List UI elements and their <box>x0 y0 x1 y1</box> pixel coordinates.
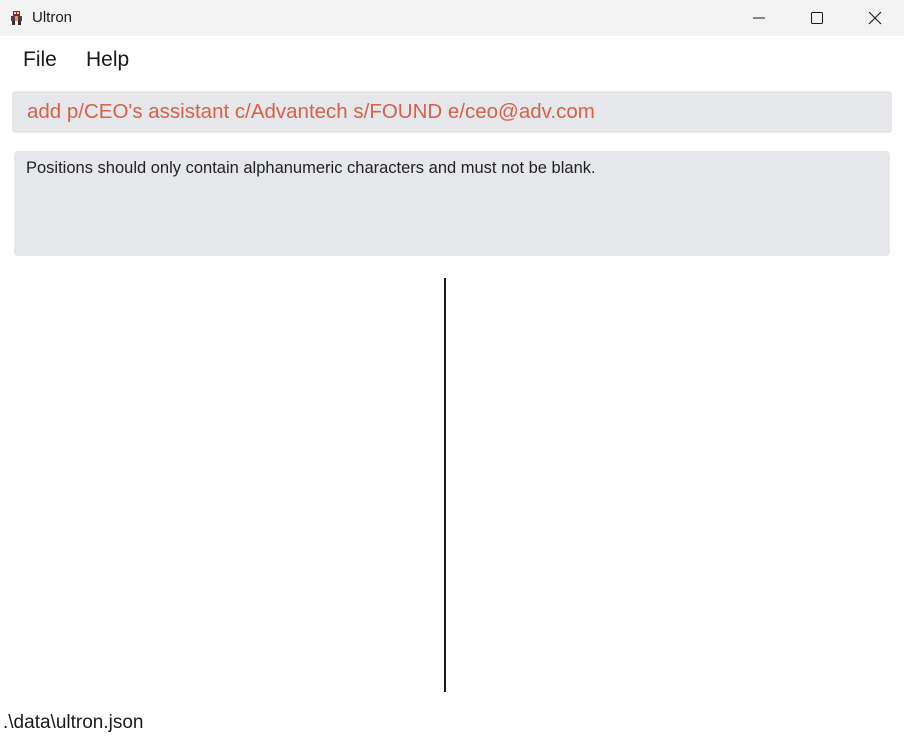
app-window: Ultron File Help Positions should only c… <box>0 0 904 740</box>
menu-help[interactable]: Help <box>82 48 133 72</box>
title-bar[interactable]: Ultron <box>0 0 904 36</box>
maximize-icon <box>811 12 823 24</box>
minimize-button[interactable] <box>730 0 788 36</box>
ultron-app-icon <box>11 11 22 25</box>
status-bar: .\data\ultron.json <box>0 704 904 740</box>
close-icon <box>868 11 882 25</box>
person-list-panel[interactable] <box>0 278 444 692</box>
maximize-button[interactable] <box>788 0 846 36</box>
close-button[interactable] <box>846 0 904 36</box>
menu-file[interactable]: File <box>19 48 61 72</box>
minimize-icon <box>753 17 765 19</box>
detail-panel[interactable] <box>446 278 904 692</box>
result-display: Positions should only contain alphanumer… <box>14 151 890 256</box>
menu-bar: File Help <box>0 36 904 84</box>
command-input[interactable] <box>27 91 877 133</box>
command-box[interactable] <box>12 91 892 133</box>
save-location-path: .\data\ultron.json <box>3 712 144 733</box>
result-message: Positions should only contain alphanumer… <box>26 159 596 177</box>
window-title: Ultron <box>32 9 73 26</box>
